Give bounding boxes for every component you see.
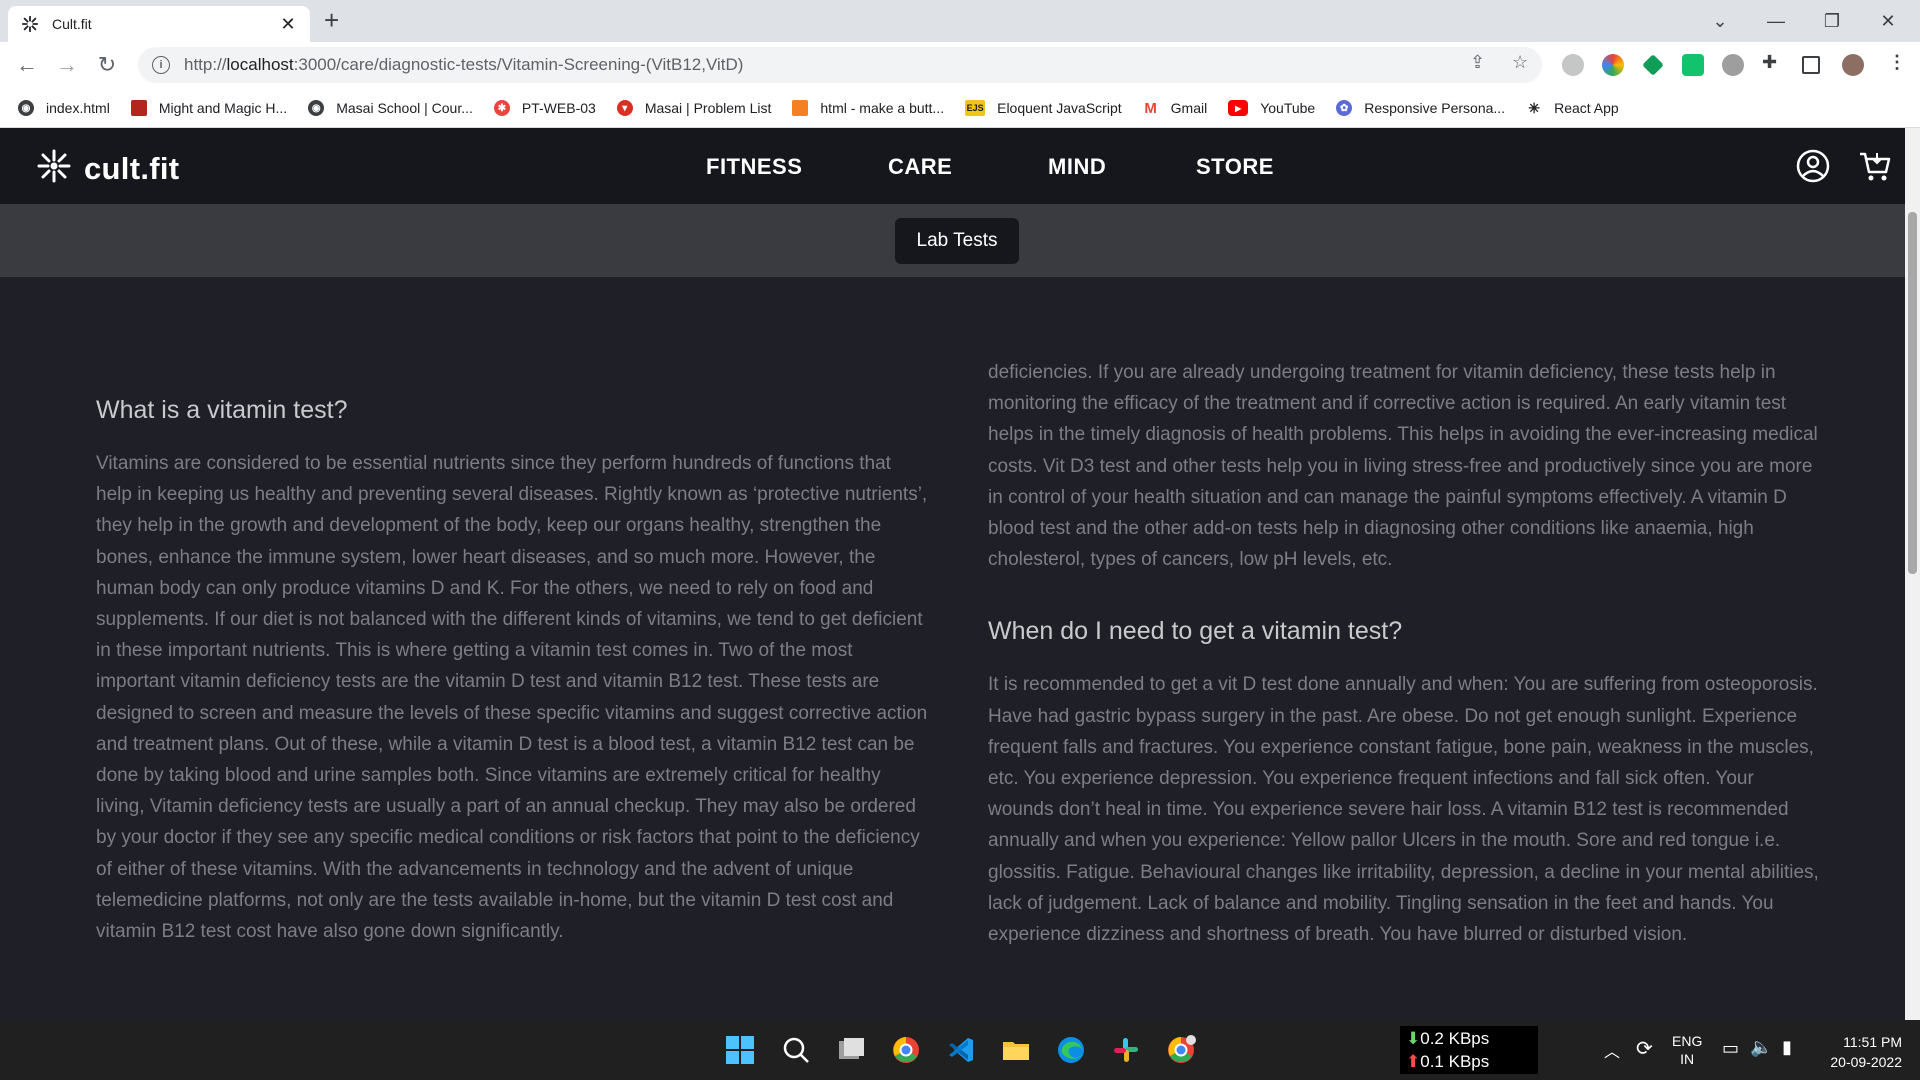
site-header: cult.fit FITNESS CARE MIND STORE: [0, 128, 1920, 204]
extensions-puzzle-icon[interactable]: ✚: [1762, 52, 1777, 73]
game-icon: [130, 100, 147, 116]
bookmark-item[interactable]: ▾ Masai | Problem List: [616, 100, 771, 116]
address-bar[interactable]: i http://localhost:3000/care/diagnostic-…: [138, 47, 1542, 83]
extension-icon[interactable]: [1562, 54, 1584, 76]
gmail-icon: M: [1142, 99, 1159, 117]
stackoverflow-icon: [792, 100, 809, 116]
window-close-icon[interactable]: ✕: [1860, 0, 1916, 42]
tab-search-icon[interactable]: ⌄: [1692, 0, 1748, 42]
upload-arrow-icon: ⬆: [1406, 1052, 1421, 1071]
windows-start-icon[interactable]: [722, 1032, 758, 1068]
react-app-icon: ✳: [1526, 100, 1543, 116]
bookmark-item[interactable]: ✱ PT-WEB-03: [493, 100, 596, 116]
share-icon[interactable]: ⇪: [1470, 52, 1485, 73]
bookmark-item[interactable]: ◉ Masai School | Cour...: [308, 100, 473, 116]
chevron-up-icon[interactable]: ︿: [1604, 1038, 1620, 1062]
new-tab-icon[interactable]: +: [324, 7, 339, 33]
network-speed-widget: ⬇0.2 KBps ⬆0.1 KBps: [1400, 1026, 1538, 1074]
bookmark-star-icon[interactable]: ☆: [1512, 52, 1528, 73]
page-scrollbar[interactable]: [1905, 128, 1920, 1020]
bookmark-item[interactable]: ✿ Responsive Persona...: [1336, 100, 1505, 116]
file-explorer-icon[interactable]: [998, 1032, 1034, 1068]
sync-icon[interactable]: ⟳: [1636, 1036, 1653, 1061]
right-paragraph: It is recommended to get a vit D test do…: [988, 674, 1819, 946]
sub-header: Lab Tests: [0, 204, 1920, 277]
bookmark-item[interactable]: ✳ React App: [1526, 100, 1619, 116]
ejs-icon: EJS: [965, 100, 986, 116]
bookmark-item[interactable]: html - make a butt...: [792, 100, 944, 116]
masai-icon: ▾: [616, 100, 633, 116]
left-column: What is a vitamin test? Vitamins are con…: [96, 394, 928, 947]
volume-icon[interactable]: 🔈: [1750, 1037, 1772, 1058]
reload-icon[interactable]: ↻: [92, 50, 122, 80]
bookmark-item[interactable]: M Gmail: [1142, 99, 1207, 117]
menu-kebab-icon[interactable]: ⋮: [1888, 52, 1906, 73]
restore-icon[interactable]: ❐: [1804, 0, 1860, 42]
task-view-icon[interactable]: [833, 1032, 869, 1068]
cultfit-favicon-icon: [20, 14, 40, 34]
pt-web-icon: ✱: [493, 100, 510, 116]
logo-text: cult.fit: [84, 150, 180, 186]
side-panel-icon[interactable]: [1802, 56, 1820, 74]
cart-icon[interactable]: [1857, 148, 1893, 184]
url-text: http://localhost:3000/care/diagnostic-te…: [184, 55, 744, 74]
tab-title: Cult.fit: [52, 16, 92, 32]
nav-mind[interactable]: MIND: [1048, 154, 1106, 180]
article-content: What is a vitamin test? Vitamins are con…: [0, 277, 1905, 1020]
bookmark-item[interactable]: EJS Eloquent JavaScript: [965, 100, 1122, 116]
color-picker-extension-icon[interactable]: [1602, 54, 1624, 76]
site-info-icon[interactable]: i: [152, 56, 170, 74]
download-arrow-icon: ⬇: [1406, 1029, 1421, 1048]
bookmark-item[interactable]: Might and Magic H...: [130, 100, 287, 116]
vue-extension-icon[interactable]: [1642, 54, 1664, 76]
bookmark-item[interactable]: ▶ YouTube: [1228, 100, 1315, 116]
network-icon[interactable]: ▭: [1722, 1038, 1739, 1059]
edge-icon[interactable]: [1053, 1032, 1089, 1068]
bookmark-item[interactable]: ◉ index.html: [18, 100, 110, 116]
clock[interactable]: 11:51 PM 20-09-2022: [1822, 1032, 1902, 1072]
lab-tests-button[interactable]: Lab Tests: [895, 218, 1019, 264]
account-icon[interactable]: [1795, 148, 1831, 184]
nav-care[interactable]: CARE: [888, 154, 952, 180]
globe-icon: ◉: [18, 100, 34, 116]
left-paragraph: Vitamins are considered to be essential …: [96, 453, 928, 943]
forward-icon[interactable]: →: [52, 50, 82, 80]
browser-toolbar: ← → ↻ i http://localhost:3000/care/diagn…: [0, 42, 1920, 89]
cultfit-logo-icon: [36, 148, 72, 189]
bookmarks-bar: ◉ index.html Might and Magic H... ◉ Masai …: [0, 89, 1920, 128]
chrome-active-icon[interactable]: [1163, 1032, 1199, 1068]
nav-fitness[interactable]: FITNESS: [706, 154, 802, 180]
search-icon[interactable]: [778, 1032, 814, 1068]
right-top-paragraph: deficiencies. If you are already undergo…: [988, 362, 1818, 571]
scrollbar-thumb[interactable]: [1908, 212, 1917, 574]
nav-store[interactable]: STORE: [1196, 154, 1274, 180]
responsive-icon: ✿: [1336, 100, 1353, 116]
chrome-icon[interactable]: [888, 1032, 924, 1068]
browser-tab-bar: Cult.fit ✕ + ⌄ — ❐ ✕: [0, 0, 1920, 42]
globe-icon: ◉: [308, 100, 325, 116]
profile-avatar[interactable]: [1842, 54, 1864, 76]
slack-icon[interactable]: [1108, 1032, 1144, 1068]
bug-extension-icon[interactable]: [1722, 54, 1744, 76]
minimize-icon[interactable]: —: [1748, 0, 1804, 42]
tab-close-icon[interactable]: ✕: [278, 14, 298, 35]
green-extension-icon[interactable]: [1682, 54, 1704, 76]
windows-taskbar: ⬇0.2 KBps ⬆0.1 KBps ︿ ⟳ ENG IN ▭ 🔈 ▮ 11:…: [0, 1020, 1920, 1080]
browser-tab[interactable]: Cult.fit ✕: [8, 6, 310, 42]
battery-icon[interactable]: ▮: [1782, 1037, 1792, 1058]
cultfit-logo[interactable]: cult.fit: [36, 148, 179, 189]
language-indicator[interactable]: ENG IN: [1672, 1032, 1702, 1068]
youtube-icon: ▶: [1228, 100, 1249, 116]
left-heading: What is a vitamin test?: [96, 396, 348, 424]
right-heading: When do I need to get a vitamin test?: [988, 617, 1403, 646]
right-column: deficiencies. If you are already undergo…: [988, 357, 1820, 950]
back-icon[interactable]: ←: [12, 50, 42, 80]
vscode-icon[interactable]: [943, 1032, 979, 1068]
